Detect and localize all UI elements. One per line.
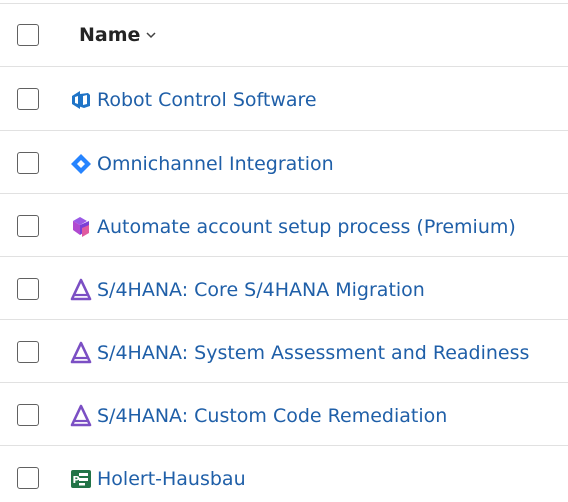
list-item-label: Holert-Hausbau [97, 468, 246, 490]
list-item[interactable]: S/4HANA: System Assessment and Readiness [0, 320, 568, 383]
list-item-link[interactable]: Robot Control Software [69, 88, 317, 112]
svg-text:P: P [73, 475, 80, 486]
sap-cloud-alm-icon [70, 341, 92, 364]
list-item-link[interactable]: Omnichannel Integration [69, 152, 334, 176]
planner-premium-icon [73, 217, 89, 237]
list-item[interactable]: S/4HANA: Custom Code Remediation [0, 383, 568, 446]
sap-cloud-alm-icon [70, 404, 92, 427]
list-item[interactable]: Omnichannel Integration [0, 131, 568, 194]
row-checkbox[interactable] [17, 88, 39, 110]
row-checkbox[interactable] [17, 404, 39, 426]
list-item[interactable]: S/4HANA: Core S/4HANA Migration [0, 257, 568, 320]
list-item-label: Automate account setup process (Premium) [97, 216, 516, 238]
row-checkbox[interactable] [17, 341, 39, 363]
list-item-link[interactable]: S/4HANA: Core S/4HANA Migration [69, 278, 425, 302]
list-item[interactable]: Automate account setup process (Premium) [0, 194, 568, 257]
list-item-link[interactable]: S/4HANA: Custom Code Remediation [69, 404, 447, 428]
list-item-link[interactable]: P Holert-Hausbau [69, 467, 246, 491]
select-all-checkbox[interactable] [17, 24, 39, 46]
sap-cloud-alm-icon [70, 278, 92, 301]
list-item-label: S/4HANA: Custom Code Remediation [97, 405, 448, 427]
list-item[interactable]: Robot Control Software [0, 67, 568, 131]
list-item-label: Omnichannel Integration [97, 153, 334, 175]
jira-diamond-icon [71, 154, 91, 174]
list-item-link[interactable]: Automate account setup process (Premium) [69, 215, 516, 239]
list-item-label: S/4HANA: Core S/4HANA Migration [97, 279, 425, 301]
row-checkbox[interactable] [17, 215, 39, 237]
project-list: Name Robot Control Software Omnichannel … [0, 0, 568, 502]
name-column-header[interactable]: Name [79, 24, 157, 46]
row-checkbox[interactable] [17, 278, 39, 300]
chevron-down-icon [146, 32, 156, 39]
list-item[interactable]: P Holert-Hausbau [0, 446, 568, 502]
azure-devops-icon [72, 91, 90, 109]
name-column-label: Name [79, 24, 141, 46]
list-item-label: Robot Control Software [97, 89, 317, 111]
project-icon: P [71, 470, 91, 488]
row-checkbox[interactable] [17, 467, 39, 489]
list-item-label: S/4HANA: System Assessment and Readiness [97, 342, 530, 364]
list-item-link[interactable]: S/4HANA: System Assessment and Readiness [69, 341, 529, 365]
row-checkbox[interactable] [17, 152, 39, 174]
header-row: Name [0, 4, 568, 67]
